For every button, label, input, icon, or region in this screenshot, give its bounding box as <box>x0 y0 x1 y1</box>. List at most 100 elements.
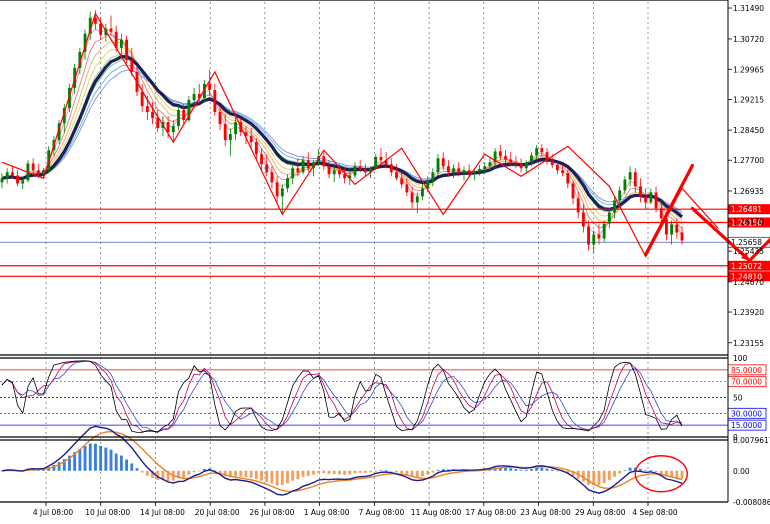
candle-body <box>410 192 414 203</box>
candle-body <box>665 218 668 235</box>
macd-histogram-bar <box>400 470 404 474</box>
macd-histogram-bar <box>618 470 622 474</box>
macd-histogram-bar <box>254 470 258 480</box>
macd-histogram-bar <box>379 470 383 471</box>
candle-body <box>514 162 518 165</box>
macd-histogram-bar <box>125 459 129 471</box>
ribbon-ma-line <box>1 69 683 213</box>
candle-body <box>441 158 445 167</box>
macd-histogram-bar <box>145 470 149 476</box>
candle-body <box>275 182 279 197</box>
price-level-label: 1.26481 <box>731 205 762 214</box>
candle-body <box>478 169 481 172</box>
candle-body <box>306 160 310 169</box>
time-label: 26 Jul 08:00 <box>249 508 294 517</box>
macd-histogram-bar <box>286 470 289 484</box>
macd-histogram-bar <box>317 470 321 474</box>
candle-body <box>374 157 378 169</box>
candle-body <box>5 172 9 179</box>
candle-body <box>270 172 274 183</box>
candle-body <box>566 173 570 184</box>
candle-body <box>21 180 25 184</box>
macd-histogram-bar <box>99 445 103 471</box>
candle-body <box>156 118 160 129</box>
candle-body <box>260 154 263 165</box>
candle-body <box>618 190 622 201</box>
macd-histogram-bar <box>613 470 616 477</box>
candle-body <box>327 166 331 175</box>
macd-histogram-bar <box>545 468 549 471</box>
candle-body <box>140 91 144 107</box>
candle-body <box>0 178 4 183</box>
candle-body <box>431 172 435 181</box>
macd-histogram-bar <box>597 470 601 486</box>
candle-body <box>265 164 269 173</box>
candle-body <box>649 192 653 203</box>
candle-body <box>644 196 648 203</box>
candle-body <box>639 186 642 197</box>
candle-body <box>607 212 611 224</box>
candle-body <box>166 122 170 133</box>
macd-histogram-bar <box>680 470 684 479</box>
oscillator-level-label: 15.0000 <box>731 421 762 430</box>
macd-histogram-bar <box>197 470 201 472</box>
macd-histogram-bar <box>109 449 113 471</box>
candle-body <box>109 28 113 32</box>
macd-histogram-bar <box>353 470 357 474</box>
candle-body <box>395 172 398 179</box>
candle-body <box>145 106 149 113</box>
candle-body <box>633 172 637 187</box>
candle-body <box>192 93 196 100</box>
price-tick-label: 1.23920 <box>733 308 764 317</box>
time-label: 4 Sep 08:00 <box>632 508 678 517</box>
candle-body <box>587 226 590 245</box>
candle-body <box>119 39 123 48</box>
candle-body <box>530 155 533 163</box>
macd-histogram-bar <box>540 467 544 471</box>
macd-histogram-bar <box>431 470 435 473</box>
candle-body <box>581 212 585 227</box>
time-label: 20 Jul 08:00 <box>195 508 240 517</box>
chart-window[interactable]: 1.26481 1.26150 1.25072 1.24810 1.25658 100 8… <box>0 0 770 520</box>
candle-body <box>363 169 367 173</box>
macd-tick-label: -0.0080865 <box>733 498 770 507</box>
moving-average-ribbon <box>1 28 684 236</box>
macd-histogram-bar <box>280 470 284 486</box>
candle-body <box>415 196 419 203</box>
chart-canvas[interactable]: 1.264811.261501.250721.248101.25658 100 8… <box>0 0 770 520</box>
macd-histogram-bar <box>358 470 362 473</box>
macd-histogram-bar <box>555 470 559 472</box>
macd-histogram-bar <box>363 470 367 473</box>
macd-histogram-bar <box>602 470 606 484</box>
candle-body <box>571 183 575 199</box>
macd-histogram-bar <box>659 470 663 474</box>
macd-histogram-bar <box>119 455 123 471</box>
oscillator-tick-label: 50 <box>733 394 743 403</box>
macd-histogram-bar <box>395 470 398 473</box>
candle-body <box>36 170 40 175</box>
ribbon-ma-line <box>1 34 683 230</box>
macd-histogram-bar <box>140 470 144 473</box>
ribbon-ma-line <box>1 28 683 236</box>
ribbon-ma-line <box>1 52 683 219</box>
forecast-arrow-shaft <box>644 163 694 257</box>
candle-body <box>254 142 258 155</box>
candle-body <box>125 39 129 60</box>
macd-histogram-bar <box>327 470 331 474</box>
candle-body <box>280 188 284 197</box>
oscillator-panel: 10085.000070.00005030.000015.00000 <box>0 354 767 442</box>
candle-body <box>99 23 103 35</box>
candle-body <box>602 223 606 239</box>
candle-body <box>31 163 35 171</box>
candle-body <box>286 178 289 189</box>
macd-tick-label: 0.0079617 <box>733 436 770 445</box>
candle-body <box>659 208 663 219</box>
candle-body <box>597 234 601 239</box>
time-label: 1 Aug 08:00 <box>304 508 350 517</box>
candle-body <box>462 170 466 174</box>
macd-panel: 0.0079617 0.00 -0.0080865 <box>0 425 770 507</box>
macd-histogram-bar <box>623 470 627 471</box>
candle-body <box>177 110 180 127</box>
candle-body <box>405 184 409 193</box>
macd-histogram-bar <box>234 470 238 477</box>
